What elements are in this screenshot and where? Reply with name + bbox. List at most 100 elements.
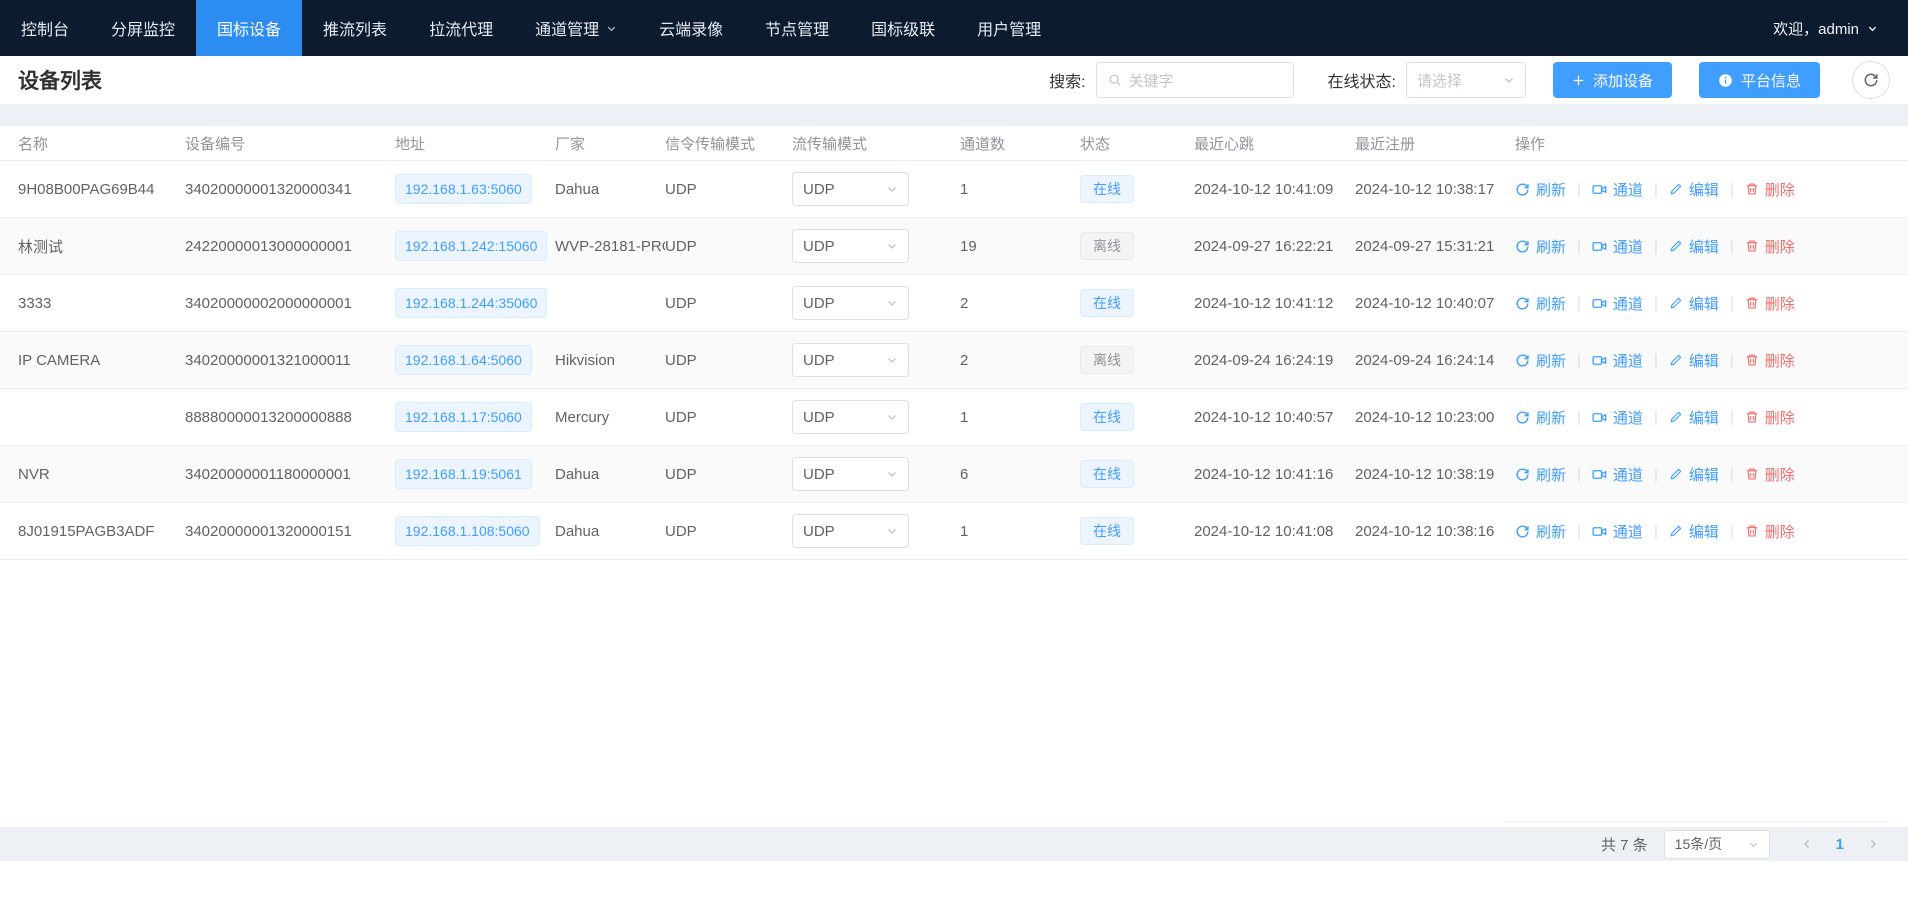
refresh-action-link[interactable]: 刷新: [1515, 407, 1566, 428]
delete-action-link[interactable]: 删除: [1745, 293, 1795, 314]
nav-item-gb-cascade[interactable]: 国标级联: [850, 0, 956, 56]
edit-action-link[interactable]: 编辑: [1669, 293, 1719, 314]
nav-item-node-mgmt[interactable]: 节点管理: [744, 0, 850, 56]
action-divider: |: [1730, 238, 1734, 255]
action-label: 通道: [1613, 464, 1643, 485]
action-divider: |: [1577, 295, 1581, 312]
last-heartbeat: 2024-09-27 16:22:21: [1194, 238, 1355, 255]
channels-action-link[interactable]: 通道: [1592, 407, 1643, 428]
edit-action-link[interactable]: 编辑: [1669, 350, 1719, 371]
delete-action-link[interactable]: 删除: [1745, 179, 1795, 200]
device-manufacturer: Dahua: [555, 523, 665, 540]
edit-icon: [1669, 467, 1683, 481]
refresh-action-link[interactable]: 刷新: [1515, 236, 1566, 257]
channels-action-link[interactable]: 通道: [1592, 293, 1643, 314]
edit-icon: [1669, 353, 1683, 367]
stream-mode-select[interactable]: UDP: [792, 229, 909, 263]
device-manufacturer: Hikvision: [555, 352, 665, 369]
page-size-select[interactable]: 15条/页: [1664, 830, 1770, 859]
nav-item-pull-proxy[interactable]: 拉流代理: [408, 0, 514, 56]
device-address-cell: 192.168.1.64:5060: [395, 345, 555, 375]
refresh-action-link[interactable]: 刷新: [1515, 293, 1566, 314]
status-badge: 在线: [1080, 460, 1134, 488]
action-label: 删除: [1765, 236, 1795, 257]
delete-action-link[interactable]: 删除: [1745, 407, 1795, 428]
fixed-column-border: [1505, 821, 1890, 822]
action-label: 刷新: [1536, 407, 1566, 428]
edit-action-link[interactable]: 编辑: [1669, 521, 1719, 542]
search-input[interactable]: 关键字: [1096, 62, 1294, 98]
nav-item-channel-mgmt[interactable]: 通道管理: [514, 0, 638, 56]
device-name: 3333: [18, 295, 185, 312]
nav-item-gb-devices[interactable]: 国标设备: [196, 0, 302, 56]
row-actions: 刷新 | 通道 | 编辑 | 删除: [1515, 407, 1890, 428]
delete-action-link[interactable]: 删除: [1745, 464, 1795, 485]
add-device-button[interactable]: 添加设备: [1553, 62, 1672, 98]
video-camera-icon: [1592, 353, 1607, 368]
device-id: 24220000013000000001: [185, 238, 395, 255]
edit-action-link[interactable]: 编辑: [1669, 179, 1719, 200]
stream-mode-select[interactable]: UDP: [792, 286, 909, 320]
nav-item-console[interactable]: 控制台: [0, 0, 90, 56]
edit-icon: [1669, 239, 1683, 253]
action-label: 刷新: [1536, 350, 1566, 371]
channel-count: 2: [960, 295, 1080, 312]
channels-action-link[interactable]: 通道: [1592, 179, 1643, 200]
online-status-label: 在线状态:: [1328, 68, 1396, 92]
refresh-button[interactable]: [1852, 61, 1890, 99]
table-row: 88880000013200000888 192.168.1.17:5060 M…: [0, 389, 1908, 446]
trash-icon: [1745, 296, 1759, 310]
last-heartbeat: 2024-10-12 10:41:09: [1194, 181, 1355, 198]
action-divider: |: [1730, 181, 1734, 198]
action-divider: |: [1577, 352, 1581, 369]
next-page-button[interactable]: [1856, 838, 1890, 850]
refresh-action-link[interactable]: 刷新: [1515, 464, 1566, 485]
delete-action-link[interactable]: 删除: [1745, 350, 1795, 371]
nav-item-label: 国标级联: [871, 16, 935, 40]
channels-action-link[interactable]: 通道: [1592, 350, 1643, 371]
column-header-actions: 操作: [1515, 133, 1890, 154]
channels-action-link[interactable]: 通道: [1592, 521, 1643, 542]
nav-item-cloud-recording[interactable]: 云端录像: [638, 0, 744, 56]
action-divider: |: [1654, 295, 1658, 312]
row-actions: 刷新 | 通道 | 编辑 | 删除: [1515, 521, 1890, 542]
online-status-select[interactable]: 请选择: [1406, 62, 1526, 98]
video-camera-icon: [1592, 410, 1607, 425]
edit-action-link[interactable]: 编辑: [1669, 407, 1719, 428]
prev-page-button[interactable]: [1790, 838, 1824, 850]
refresh-icon: [1515, 182, 1530, 197]
action-divider: |: [1577, 466, 1581, 483]
user-menu[interactable]: 欢迎，admin: [1773, 0, 1908, 56]
action-divider: |: [1730, 352, 1734, 369]
channels-action-link[interactable]: 通道: [1592, 236, 1643, 257]
action-divider: |: [1654, 466, 1658, 483]
nav-item-split-screen[interactable]: 分屏监控: [90, 0, 196, 56]
platform-info-button[interactable]: 平台信息: [1699, 62, 1820, 98]
chevron-down-icon: [886, 297, 898, 309]
refresh-action-link[interactable]: 刷新: [1515, 350, 1566, 371]
refresh-action-link[interactable]: 刷新: [1515, 521, 1566, 542]
current-page-button[interactable]: 1: [1824, 836, 1856, 853]
chevron-down-icon: [1748, 839, 1759, 850]
channels-action-link[interactable]: 通道: [1592, 464, 1643, 485]
stream-mode-select[interactable]: UDP: [792, 343, 909, 377]
stream-mode-cell: UDP: [792, 400, 960, 434]
delete-action-link[interactable]: 删除: [1745, 236, 1795, 257]
nav-item-user-mgmt[interactable]: 用户管理: [956, 0, 1062, 56]
stream-mode-select[interactable]: UDP: [792, 457, 909, 491]
action-label: 删除: [1765, 521, 1795, 542]
nav-item-push-list[interactable]: 推流列表: [302, 0, 408, 56]
stream-mode-select[interactable]: UDP: [792, 400, 909, 434]
chevron-down-icon: [886, 354, 898, 366]
action-divider: |: [1654, 352, 1658, 369]
address-tag: 192.168.1.64:5060: [395, 345, 532, 375]
refresh-action-link[interactable]: 刷新: [1515, 179, 1566, 200]
stream-mode-select[interactable]: UDP: [792, 514, 909, 548]
last-heartbeat: 2024-10-12 10:41:08: [1194, 523, 1355, 540]
edit-action-link[interactable]: 编辑: [1669, 236, 1719, 257]
stream-mode-select[interactable]: UDP: [792, 172, 909, 206]
delete-action-link[interactable]: 删除: [1745, 521, 1795, 542]
edit-action-link[interactable]: 编辑: [1669, 464, 1719, 485]
address-tag: 192.168.1.19:5061: [395, 459, 532, 489]
action-divider: |: [1577, 238, 1581, 255]
